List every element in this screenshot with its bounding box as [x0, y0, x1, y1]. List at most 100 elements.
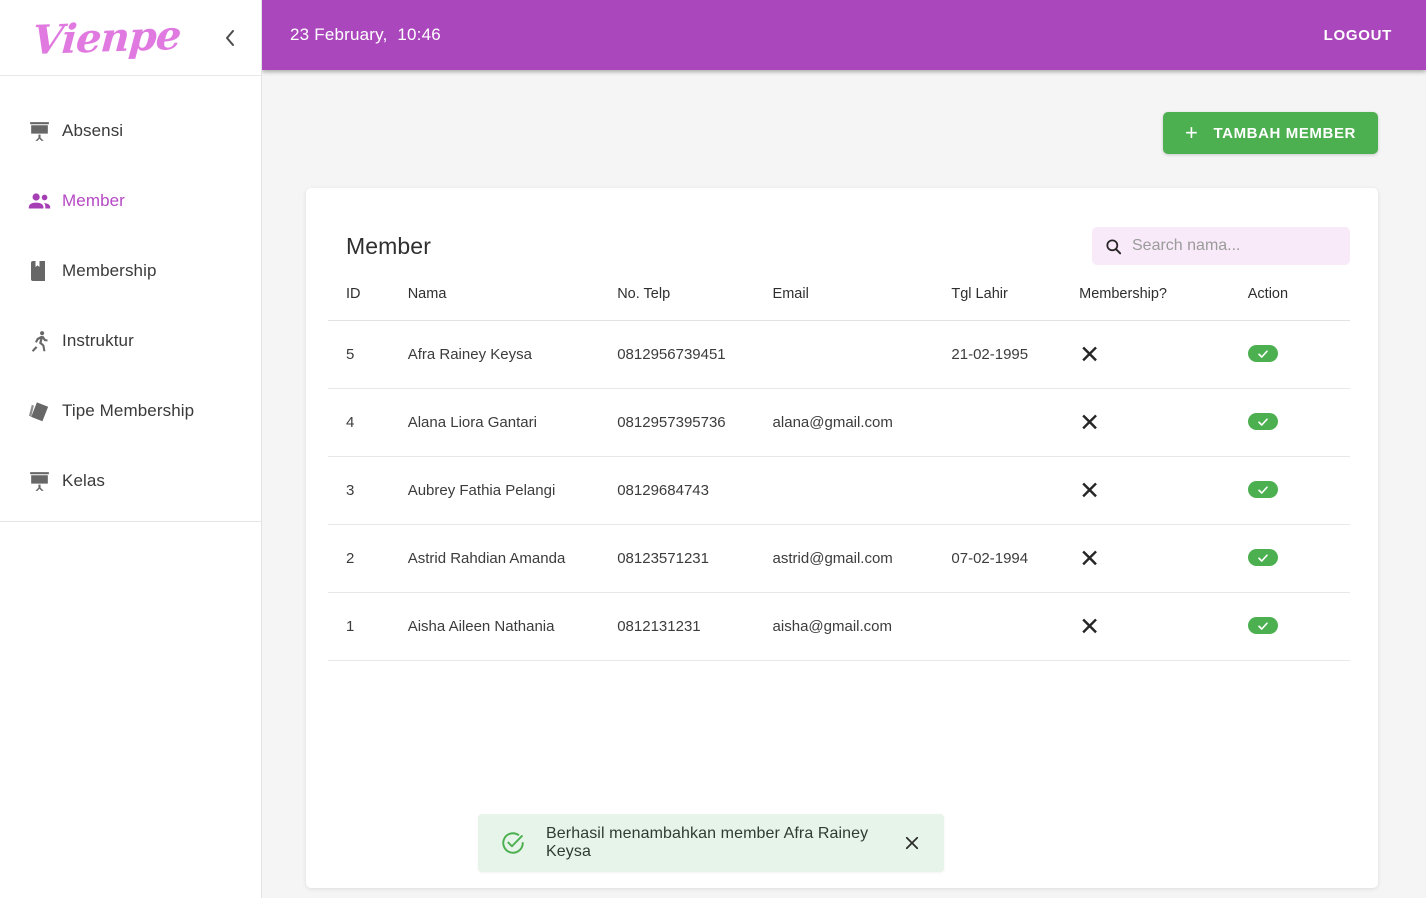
column-header-telp: No. Telp	[617, 286, 773, 321]
cell-membership: ✕	[1079, 320, 1248, 389]
column-header-nama: Nama	[407, 286, 618, 321]
sidebar-item-membership[interactable]: Membership	[0, 236, 261, 306]
cell-membership: ✕	[1079, 456, 1248, 525]
close-x-icon: ✕	[1079, 340, 1101, 369]
close-x-icon: ✕	[1079, 408, 1101, 437]
cell-email: astrid@gmail.com	[772, 524, 952, 593]
cell-action	[1247, 388, 1350, 457]
sidebar-header: Vienpe	[0, 0, 261, 76]
close-x-icon: ✕	[1079, 544, 1101, 573]
check-icon	[1257, 350, 1268, 358]
sidebar-item-member[interactable]: Member	[0, 166, 261, 236]
member-table: ID Nama No. Telp Email Tgl Lahir Members…	[328, 286, 1350, 661]
search-input[interactable]	[1132, 237, 1338, 255]
sidebar-item-tipe-membership[interactable]: Tipe Membership	[0, 376, 261, 446]
sidebar-item-label: Absensi	[62, 121, 124, 140]
cell-email	[772, 320, 952, 389]
sidebar-item-label: Kelas	[62, 471, 106, 490]
cards-stack-icon	[16, 399, 62, 424]
topbar-datetime: 23 February, 10:46	[290, 25, 441, 44]
status-toggle-button[interactable]	[1247, 617, 1278, 635]
table-header-row: ID Nama No. Telp Email Tgl Lahir Members…	[328, 286, 1350, 321]
bookmark-book-icon	[16, 259, 62, 283]
cell-id: 5	[328, 320, 408, 389]
cell-email: alana@gmail.com	[772, 388, 952, 457]
status-toggle-button[interactable]	[1247, 481, 1278, 499]
running-person-icon	[16, 329, 62, 354]
table-row: 5 Afra Rainey Keysa 0812956739451 21-02-…	[328, 320, 1350, 389]
cell-telp: 0812131231	[617, 592, 773, 661]
toast-close-button[interactable]	[900, 831, 924, 855]
table-header: ID Nama No. Telp Email Tgl Lahir Members…	[328, 286, 1350, 321]
check-icon	[1257, 622, 1268, 630]
cell-id: 4	[328, 388, 408, 457]
cell-action	[1247, 592, 1350, 661]
cell-membership: ✕	[1079, 388, 1248, 457]
add-member-button[interactable]: + TAMBAH MEMBER	[1163, 112, 1378, 154]
chevron-left-icon	[226, 29, 234, 46]
presentation-board-icon	[16, 119, 62, 144]
card-header: Member	[328, 222, 1350, 270]
logout-button[interactable]: LOGOUT	[1320, 21, 1396, 50]
table-row: 4 Alana Liora Gantari 0812957395736 alan…	[328, 388, 1350, 457]
topbar: 23 February, 10:46 LOGOUT	[262, 0, 1426, 70]
cell-nama: Alana Liora Gantari	[407, 388, 618, 457]
column-header-email: Email	[772, 286, 952, 321]
cell-nama: Aisha Aileen Nathania	[407, 592, 618, 661]
column-header-membership: Membership?	[1079, 286, 1248, 321]
cell-nama: Aubrey Fathia Pelangi	[407, 456, 618, 525]
cell-id: 2	[328, 524, 408, 593]
sidebar: Vienpe Absensi Member Membership Instruk…	[0, 0, 262, 898]
cell-tgl-lahir	[951, 592, 1080, 661]
check-icon	[1257, 554, 1268, 562]
cell-telp: 0812956739451	[617, 320, 773, 389]
column-header-id: ID	[328, 286, 408, 321]
cell-nama: Afra Rainey Keysa	[407, 320, 618, 389]
sidebar-divider	[0, 521, 261, 522]
page-title: Member	[346, 232, 431, 259]
cell-nama: Astrid Rahdian Amanda	[407, 524, 618, 593]
table-body: 5 Afra Rainey Keysa 0812956739451 21-02-…	[328, 320, 1350, 661]
check-icon	[1257, 418, 1268, 426]
sidebar-collapse-button[interactable]	[217, 23, 243, 53]
sidebar-item-label: Membership	[62, 261, 157, 280]
main-area: 23 February, 10:46 LOGOUT + TAMBAH MEMBE…	[262, 0, 1426, 898]
status-toggle-button[interactable]	[1247, 549, 1278, 567]
cell-membership: ✕	[1079, 524, 1248, 593]
close-icon	[905, 836, 919, 850]
sidebar-item-label: Instruktur	[62, 331, 134, 350]
cell-telp: 08129684743	[617, 456, 773, 525]
brand-logo: Vienpe	[30, 11, 183, 64]
page-action-row: + TAMBAH MEMBER	[306, 70, 1378, 154]
cell-tgl-lahir: 21-02-1995	[951, 320, 1080, 389]
search-box[interactable]	[1092, 227, 1350, 265]
success-toast: Berhasil menambahkan member Afra Rainey …	[478, 814, 944, 872]
close-x-icon: ✕	[1079, 612, 1101, 641]
sidebar-item-instruktur[interactable]: Instruktur	[0, 306, 261, 376]
page-content: + TAMBAH MEMBER Member Search nama... ID…	[262, 70, 1426, 898]
table-row: 3 Aubrey Fathia Pelangi 08129684743 ✕	[328, 456, 1350, 525]
cell-id: 3	[328, 456, 408, 525]
search-icon	[1106, 238, 1122, 254]
table-row: 2 Astrid Rahdian Amanda 08123571231 astr…	[328, 524, 1350, 593]
cell-membership: ✕	[1079, 592, 1248, 661]
cell-email	[772, 456, 952, 525]
sidebar-item-kelas[interactable]: Kelas	[0, 446, 261, 516]
cell-action	[1247, 456, 1350, 525]
check-circle-icon	[502, 832, 524, 854]
cell-email: aisha@gmail.com	[772, 592, 952, 661]
status-toggle-button[interactable]	[1247, 413, 1278, 431]
status-toggle-button[interactable]	[1247, 345, 1278, 363]
table-row: 1 Aisha Aileen Nathania 0812131231 aisha…	[328, 592, 1350, 661]
close-x-icon: ✕	[1079, 476, 1101, 505]
presentation-board-icon	[16, 469, 62, 494]
people-icon	[16, 188, 62, 215]
toast-message: Berhasil menambahkan member Afra Rainey …	[546, 825, 869, 860]
sidebar-item-absensi[interactable]: Absensi	[0, 96, 261, 166]
cell-action	[1247, 320, 1350, 389]
app-root: Vienpe Absensi Member Membership Instruk…	[0, 0, 1426, 898]
column-header-tgl-lahir: Tgl Lahir	[951, 286, 1080, 321]
cell-telp: 0812957395736	[617, 388, 773, 457]
cell-tgl-lahir	[951, 456, 1080, 525]
sidebar-nav: Absensi Member Membership Instruktur Tip…	[0, 76, 261, 522]
